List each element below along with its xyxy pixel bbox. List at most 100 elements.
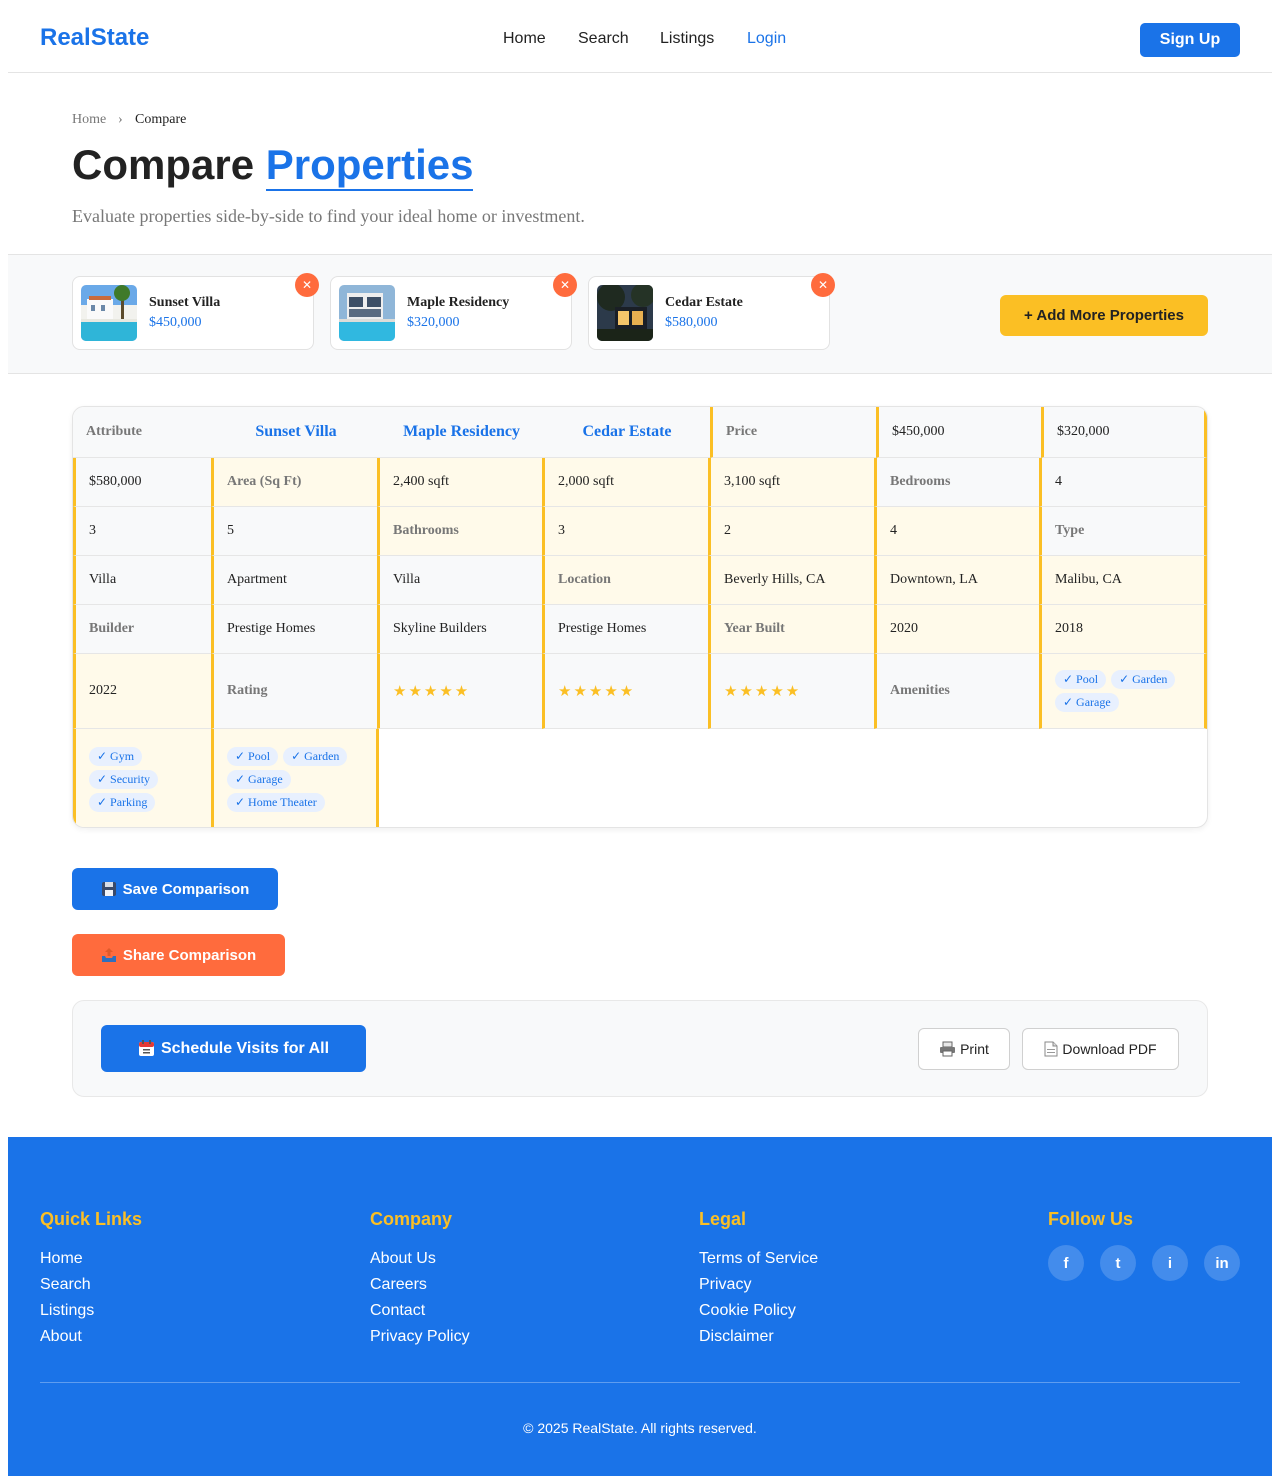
footer-link-privacy[interactable]: Privacy [699, 1272, 818, 1298]
amenity-tag: ✓ Security [89, 769, 159, 789]
footer-link-disclaimer[interactable]: Disclaimer [699, 1324, 818, 1350]
table-cell: Prestige Homes [542, 605, 710, 654]
download-pdf-button[interactable]: Download PDF [1022, 1028, 1179, 1070]
selected-property-card[interactable]: Maple Residency $320,000 ✕ [330, 273, 577, 350]
table-cell: 2020 [874, 605, 1041, 654]
footer-link-search[interactable]: Search [40, 1272, 142, 1298]
footer-link-about[interactable]: About [40, 1324, 142, 1350]
share-comparison-button[interactable]: Share Comparison [72, 934, 285, 976]
footer-divider [40, 1382, 1240, 1383]
table-cell: $580,000 [73, 458, 213, 507]
footer-link-cookie-policy[interactable]: Cookie Policy [699, 1298, 818, 1324]
footer-heading: Follow Us [1048, 1209, 1133, 1229]
instagram-icon[interactable]: i [1152, 1245, 1188, 1281]
property-name: Cedar Estate [665, 295, 743, 310]
rating-cell: ★★★★★ [708, 654, 876, 729]
rating-stars: ★★★★★ [558, 683, 636, 700]
site-header: RealState Home Search Listings Login Sig… [8, 0, 1272, 73]
amenities-cell: ✓ Pool ✓ Garden ✓ Garage ✓ Home Theater [211, 729, 379, 827]
footer-link-listings[interactable]: Listings [40, 1298, 142, 1324]
table-cell: Prestige Homes [211, 605, 379, 654]
amenity-tag: ✓ Garage [227, 769, 291, 789]
table-cell: $450,000 [876, 407, 1041, 458]
save-comparison-button[interactable]: Save Comparison [72, 868, 278, 910]
footer-heading: Legal [699, 1209, 747, 1229]
footer-legal: Legal Terms of Service Privacy Cookie Po… [699, 1209, 818, 1350]
signup-button[interactable]: Sign Up [1140, 23, 1240, 57]
twitter-icon[interactable]: t [1100, 1245, 1136, 1281]
add-more-properties-button[interactable]: + Add More Properties [1000, 295, 1208, 336]
remove-property-button[interactable]: ✕ [811, 273, 835, 297]
table-cell: 3 [73, 507, 213, 556]
table-cell-attribute: Bathrooms [377, 507, 544, 556]
footer-link-careers[interactable]: Careers [370, 1272, 470, 1298]
remove-property-button[interactable]: ✕ [295, 273, 319, 297]
selected-property-card[interactable]: Sunset Villa $450,000 ✕ [72, 273, 319, 350]
table-cell: 4 [874, 507, 1041, 556]
amenity-tag: ✓ Parking [89, 792, 156, 812]
table-header-attribute: Attribute [73, 407, 213, 458]
amenity-tag: ✓ Garden [1111, 670, 1176, 689]
breadcrumb-home[interactable]: Home [72, 112, 106, 128]
nav-login[interactable]: Login [747, 30, 786, 48]
footer-company: Company About Us Careers Contact Privacy… [370, 1209, 470, 1350]
table-cell: 2022 [73, 654, 213, 729]
page: RealState Home Search Listings Login Sig… [8, 0, 1272, 1476]
schedule-visits-label: Schedule Visits for All [160, 1039, 330, 1057]
comparison-actions-panel: Schedule Visits for All Print Download P… [72, 1000, 1208, 1097]
table-cell: 4 [1039, 458, 1207, 507]
table-cell: 2,400 sqft [377, 458, 544, 507]
breadcrumb-separator: › [118, 112, 123, 127]
property-price: $580,000 [665, 315, 718, 330]
facebook-icon[interactable]: f [1048, 1245, 1084, 1281]
floppy-disk-icon [101, 882, 116, 896]
table-cell-attribute: Rating [211, 654, 379, 729]
page-title-main: Compare [72, 141, 255, 188]
print-button[interactable]: Print [918, 1028, 1010, 1070]
table-cell-attribute: Location [542, 556, 710, 605]
amenity-tag: ✓ Garage [1055, 693, 1119, 712]
footer-link-privacy-policy[interactable]: Privacy Policy [370, 1324, 470, 1350]
site-logo[interactable]: RealState [40, 24, 149, 52]
comparison-table: Attribute Sunset Villa Maple Residency C… [72, 406, 1208, 828]
table-header-property: Maple Residency [379, 407, 544, 458]
table-cell: $320,000 [1041, 407, 1207, 458]
table-cell: 3,100 sqft [708, 458, 876, 507]
property-thumbnail [597, 285, 653, 341]
property-name: Sunset Villa [149, 295, 221, 310]
nav-home[interactable]: Home [503, 30, 546, 48]
amenity-tag: ✓ Home Theater [227, 792, 325, 812]
printer-icon [940, 1041, 956, 1057]
footer-link-contact[interactable]: Contact [370, 1298, 470, 1324]
table-cell-attribute: Builder [73, 605, 213, 654]
property-thumbnail [339, 285, 395, 341]
footer-link-home[interactable]: Home [40, 1246, 142, 1272]
selected-property-card[interactable]: Cedar Estate $580,000 ✕ [588, 273, 835, 350]
schedule-visits-button[interactable]: Schedule Visits for All [101, 1025, 366, 1072]
table-cell: 3 [542, 507, 710, 556]
table-cell-attribute: Price [710, 407, 876, 458]
footer-link-terms[interactable]: Terms of Service [699, 1246, 818, 1272]
nav-search[interactable]: Search [578, 30, 629, 48]
table-cell: Beverly Hills, CA [708, 556, 876, 605]
table-cell: 5 [211, 507, 379, 556]
table-cell: Downtown, LA [874, 556, 1041, 605]
footer-follow-us: Follow Us [1048, 1209, 1133, 1246]
table-cell: Apartment [211, 556, 379, 605]
linkedin-icon[interactable]: in [1204, 1245, 1240, 1281]
amenities-cell: ✓ Pool ✓ Garden ✓ Garage [1039, 654, 1207, 729]
nav-listings[interactable]: Listings [660, 30, 714, 48]
print-label: Print [960, 1041, 989, 1057]
amenity-tag: ✓ Gym [89, 746, 143, 766]
amenity-tag: ✓ Garden [283, 746, 348, 766]
remove-property-button[interactable]: ✕ [553, 273, 577, 297]
outbox-tray-icon [101, 948, 116, 962]
footer-link-about-us[interactable]: About Us [370, 1246, 470, 1272]
table-cell-attribute: Bedrooms [874, 458, 1041, 507]
calendar-icon [138, 1040, 154, 1056]
amenities-cell: ✓ Gym ✓ Security ✓ Parking [73, 729, 213, 827]
page-title: Compare Properties [72, 141, 474, 191]
property-name: Maple Residency [407, 295, 510, 310]
amenity-tag: ✓ Pool [227, 746, 279, 766]
selected-properties-bar: Sunset Villa $450,000 ✕ Maple Residency … [8, 254, 1272, 374]
